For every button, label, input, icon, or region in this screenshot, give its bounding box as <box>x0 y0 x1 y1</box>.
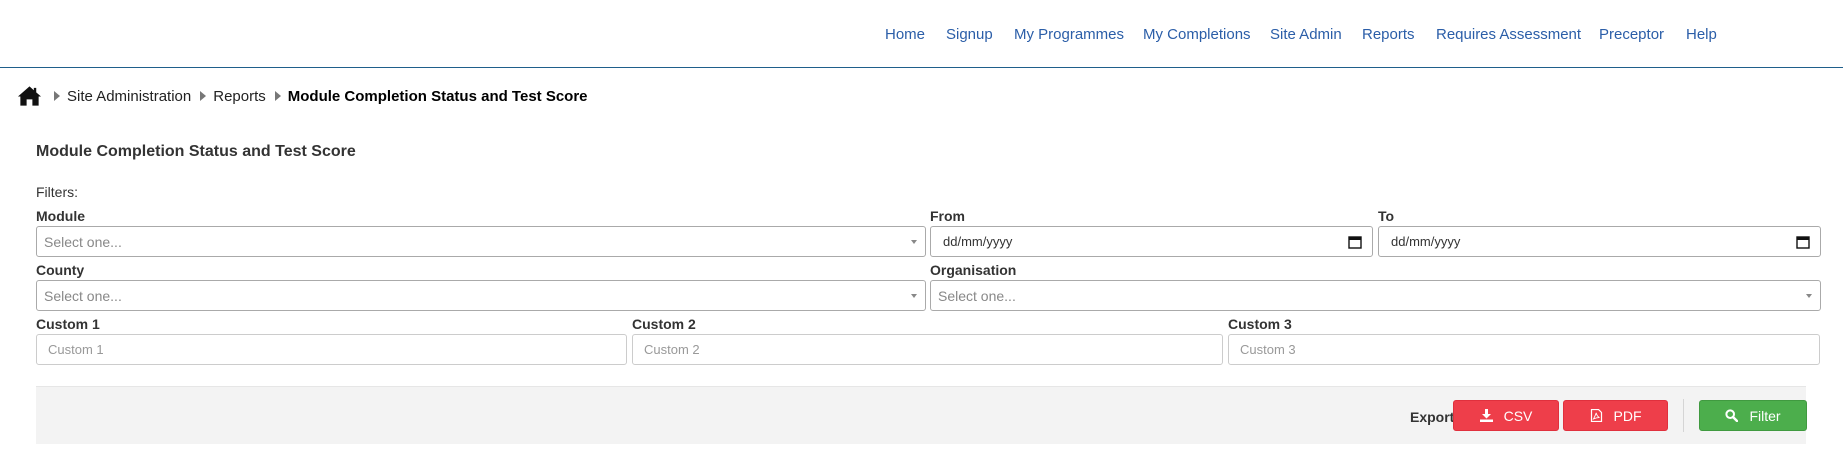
nav-my-programmes[interactable]: My Programmes <box>1014 26 1124 43</box>
module-label: Module <box>36 208 85 224</box>
nav-requires-assessment[interactable]: Requires Assessment <box>1436 26 1581 43</box>
to-date-input[interactable]: dd/mm/yyyy <box>1378 226 1821 257</box>
nav-home[interactable]: Home <box>885 26 925 43</box>
button-divider <box>1683 399 1684 432</box>
breadcrumb-separator-icon <box>274 91 281 101</box>
filter-button[interactable]: Filter <box>1699 400 1807 431</box>
dropdown-arrow-icon <box>911 294 917 298</box>
nav-signup[interactable]: Signup <box>946 26 993 43</box>
dropdown-arrow-icon <box>1806 294 1812 298</box>
filters-label: Filters: <box>36 184 78 200</box>
breadcrumb-separator-icon <box>200 91 207 101</box>
custom1-input[interactable] <box>36 334 627 365</box>
breadcrumb-separator-icon <box>54 91 60 101</box>
download-icon <box>1479 409 1493 422</box>
nav-preceptor[interactable]: Preceptor <box>1599 26 1664 43</box>
filter-button-label: Filter <box>1749 407 1781 424</box>
from-date-value: dd/mm/yyyy <box>943 234 1013 249</box>
custom3-input[interactable] <box>1228 334 1820 365</box>
from-label: From <box>930 208 965 224</box>
custom1-label: Custom 1 <box>36 316 100 332</box>
nav-my-completions[interactable]: My Completions <box>1143 26 1251 43</box>
nav-site-admin[interactable]: Site Admin <box>1270 26 1342 43</box>
nav-reports[interactable]: Reports <box>1362 26 1415 43</box>
home-icon[interactable] <box>17 85 42 107</box>
to-label: To <box>1378 208 1395 224</box>
breadcrumb-reports[interactable]: Reports <box>213 88 266 105</box>
top-navigation-bar: Home Signup My Programmes My Completions… <box>0 0 1843 68</box>
export-csv-label: CSV <box>1503 407 1533 424</box>
nav-menu: Home Signup My Programmes My Completions… <box>0 26 1843 48</box>
export-pdf-label: PDF <box>1613 407 1642 424</box>
breadcrumb: Site Administration Reports Module Compl… <box>17 84 588 108</box>
breadcrumb-current: Module Completion Status and Test Score <box>287 87 588 105</box>
custom3-label: Custom 3 <box>1228 316 1292 332</box>
export-csv-button[interactable]: CSV <box>1453 400 1559 431</box>
custom2-input[interactable] <box>632 334 1223 365</box>
export-pdf-button[interactable]: PDF <box>1563 400 1668 431</box>
county-select-value: Select one... <box>44 288 122 304</box>
dropdown-arrow-icon <box>911 240 917 244</box>
organisation-label: Organisation <box>930 262 1017 278</box>
module-select-value: Select one... <box>44 234 122 250</box>
pdf-file-icon <box>1590 409 1602 422</box>
organisation-select-value: Select one... <box>938 288 1016 304</box>
search-icon <box>1725 409 1739 422</box>
filter-actions-panel: Export: CSV PDF Filter <box>36 386 1807 444</box>
organisation-select[interactable]: Select one... <box>930 280 1821 311</box>
calendar-icon[interactable] <box>1796 235 1810 249</box>
module-select[interactable]: Select one... <box>36 226 926 257</box>
custom2-label: Custom 2 <box>632 316 696 332</box>
from-date-input[interactable]: dd/mm/yyyy <box>930 226 1373 257</box>
to-date-value: dd/mm/yyyy <box>1391 234 1461 249</box>
county-select[interactable]: Select one... <box>36 280 926 311</box>
breadcrumb-site-administration[interactable]: Site Administration <box>67 88 191 105</box>
export-label: Export: <box>1410 409 1459 425</box>
calendar-icon[interactable] <box>1348 235 1362 249</box>
page-title: Module Completion Status and Test Score <box>36 143 356 160</box>
nav-help[interactable]: Help <box>1686 26 1717 43</box>
county-label: County <box>36 262 85 278</box>
